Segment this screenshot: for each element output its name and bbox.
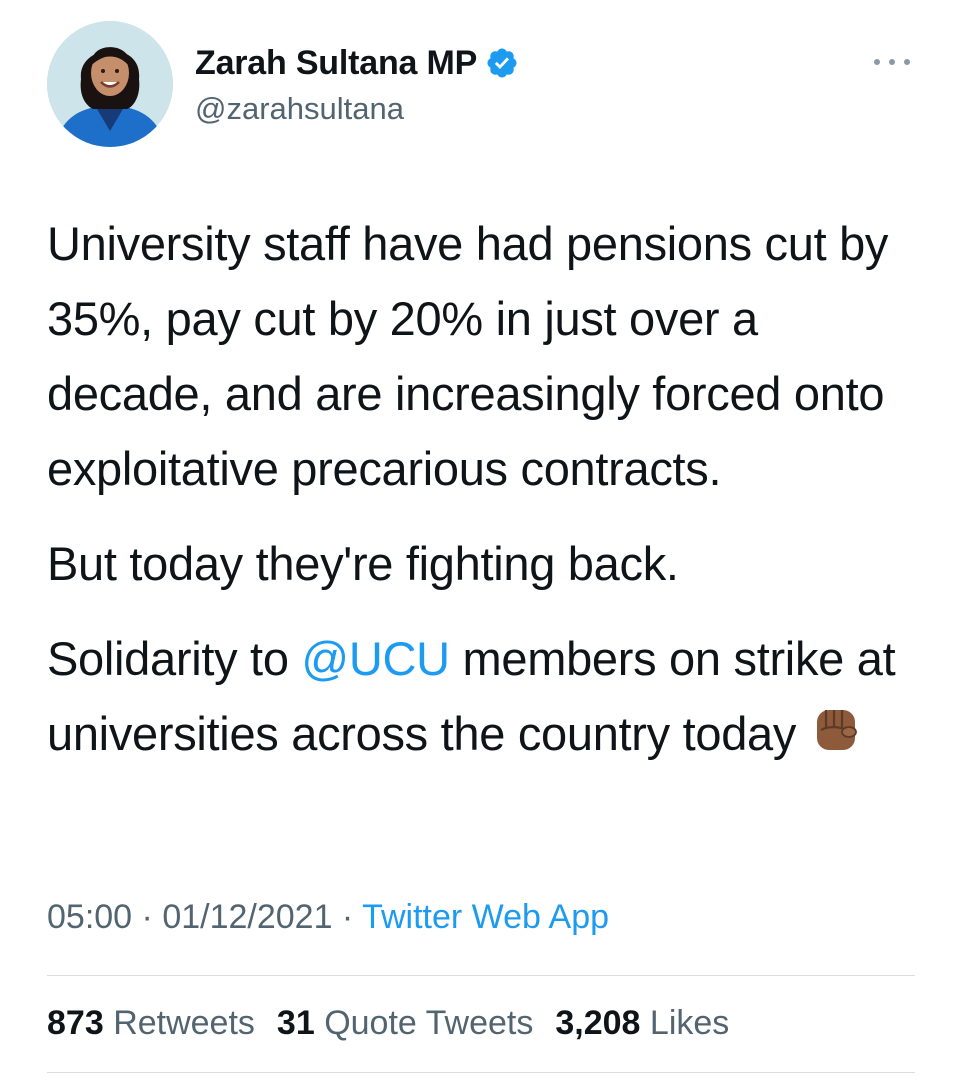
tweet-text: University staff have had pensions cut b… (47, 206, 927, 771)
author-name-row: Zarah Sultana MP (195, 42, 519, 84)
more-dot (904, 59, 910, 65)
source-app-link[interactable]: Twitter Web App (362, 898, 609, 936)
verified-badge-icon (487, 48, 517, 78)
more-dot (889, 59, 895, 65)
raised-fist-emoji-icon (817, 710, 857, 750)
divider (47, 1072, 915, 1073)
more-options-icon[interactable] (874, 52, 910, 72)
tweet-paragraph-1: University staff have had pensions cut b… (47, 217, 889, 495)
tweet-paragraph-2: But today they're fighting back. (47, 537, 679, 590)
tweet-text-segment: Solidarity to (47, 632, 302, 685)
likes-stat[interactable]: 3,208 Likes (555, 1004, 729, 1043)
quote-tweets-stat[interactable]: 31 Quote Tweets (277, 1004, 533, 1043)
author-handle[interactable]: @zarahsultana (195, 91, 404, 127)
tweet-date[interactable]: 01/12/2021 (162, 898, 332, 936)
mention-link[interactable]: @UCU (301, 632, 450, 685)
tweet-time[interactable]: 05:00 (47, 898, 132, 936)
meta-separator: · (132, 898, 163, 936)
retweets-count: 873 (47, 1004, 104, 1042)
author-display-name[interactable]: Zarah Sultana MP (195, 44, 477, 83)
quote-tweets-count: 31 (276, 1004, 315, 1042)
retweets-stat[interactable]: 873 Retweets (47, 1004, 255, 1043)
meta-separator: · (332, 898, 363, 936)
tweet-metadata: 05:00 · 01/12/2021 · Twitter Web App (47, 898, 609, 937)
tweet-card: Zarah Sultana MP @zarahsultana Universit… (0, 0, 960, 1080)
quote-tweets-label: Quote Tweets (324, 1004, 534, 1042)
engagement-stats: 873 Retweets 31 Quote Tweets 3,208 Likes (47, 1004, 751, 1043)
avatar-image (47, 21, 173, 147)
divider (47, 975, 915, 976)
likes-label: Likes (649, 1004, 730, 1042)
more-dot (874, 59, 880, 65)
likes-count: 3,208 (555, 1004, 641, 1042)
tweet-paragraph-3: Solidarity to @UCU members on strike at … (47, 621, 927, 771)
retweets-label: Retweets (113, 1004, 255, 1042)
avatar[interactable] (47, 21, 173, 147)
